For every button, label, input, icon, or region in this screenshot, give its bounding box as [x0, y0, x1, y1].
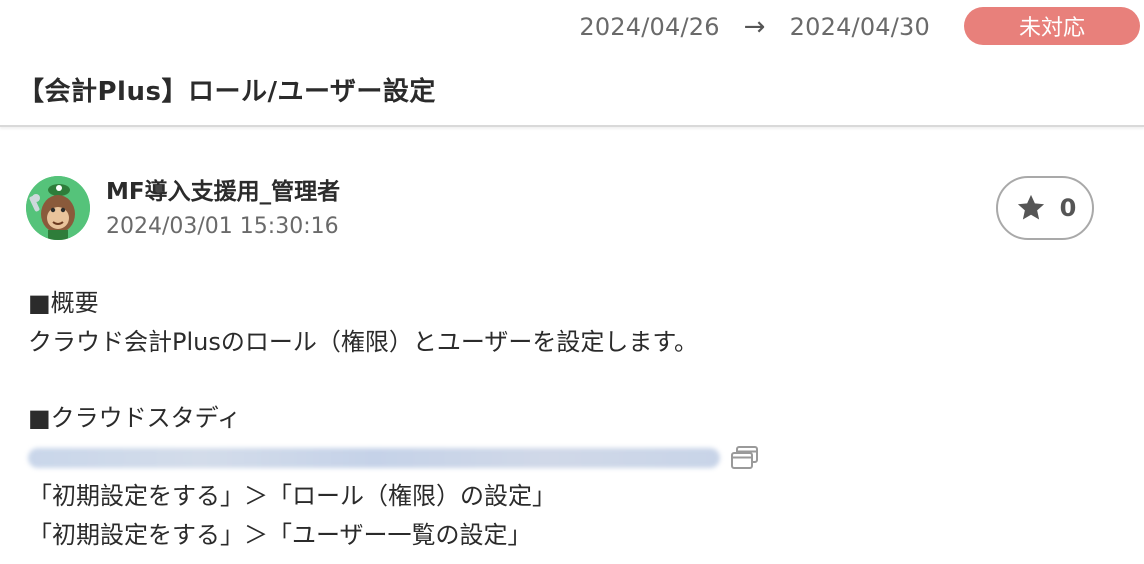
post-body: ■概要 クラウド会計Plusのロール（権限）とユーザーを設定します。 ■クラウド… [28, 284, 1118, 555]
date-range: 2024/04/26 → 2024/04/30 [579, 10, 930, 44]
avatar[interactable] [26, 176, 90, 240]
end-date: 2024/04/30 [789, 13, 930, 41]
star-button[interactable]: 0 [996, 176, 1094, 240]
monkey-avatar-icon [26, 176, 90, 240]
start-date: 2024/04/26 [579, 13, 720, 41]
study-heading: ■クラウドスタディ [28, 404, 241, 432]
star-count: 0 [1059, 194, 1077, 222]
post-timestamp: 2024/03/01 15:30:16 [106, 214, 339, 239]
overview-text: クラウド会計Plusのロール（権限）とユーザーを設定します。 [28, 328, 698, 356]
task-header: 2024/04/26 → 2024/04/30 未対応 【会計Plus】ロール/… [0, 0, 1144, 127]
page-title: 【会計Plus】ロール/ユーザー設定 [18, 77, 436, 107]
status-badge[interactable]: 未対応 [964, 7, 1140, 45]
external-link-icon[interactable] [730, 445, 760, 471]
overview-heading: ■概要 [28, 289, 99, 317]
star-icon [1017, 194, 1044, 220]
post-header: MF導入支援用_管理者 2024/03/01 15:30:16 0 [26, 172, 1126, 242]
study-link[interactable] [28, 447, 720, 468]
arrow-right-icon: → [743, 12, 766, 42]
study-step-1: 「初期設定をする」＞「ロール（権限）の設定」 [28, 482, 556, 510]
study-step-2: 「初期設定をする」＞「ユーザー一覧の設定」 [28, 521, 532, 549]
study-link-row [28, 438, 1118, 477]
author-name[interactable]: MF導入支援用_管理者 [106, 172, 340, 206]
